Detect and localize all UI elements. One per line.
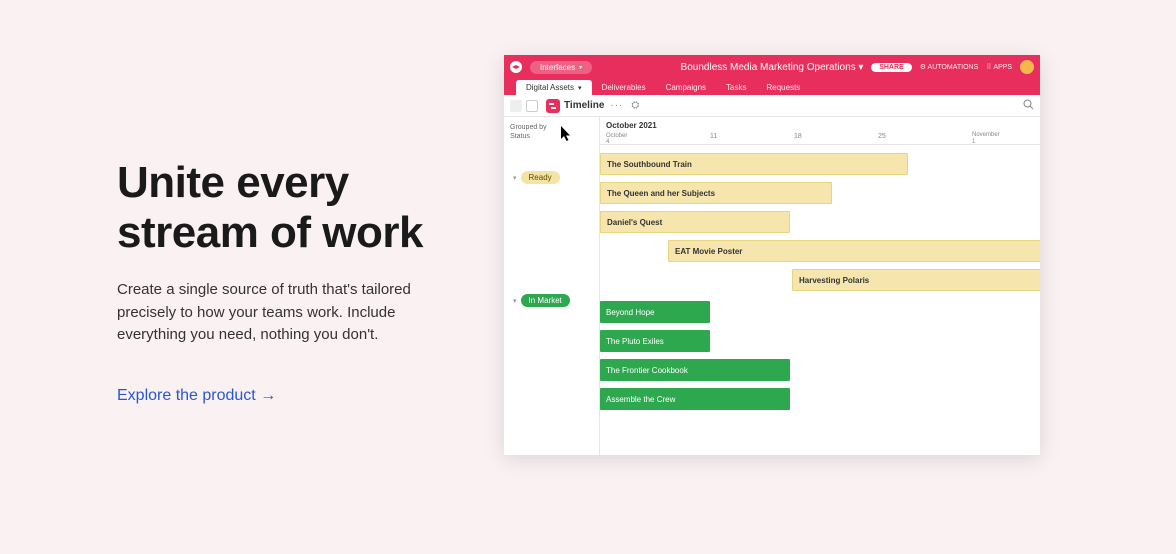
chevron-down-icon: ▾ [578, 84, 582, 92]
sidebar-toggle-icon[interactable] [526, 100, 538, 112]
bar-harvesting-polaris[interactable]: Harvesting Polaris [792, 269, 1040, 291]
side-column: Grouped by Status ▾ Ready ▾ In Market [504, 117, 600, 455]
group-ready[interactable]: ▾ Ready [510, 171, 599, 184]
share-button[interactable]: SHARE [871, 63, 912, 72]
bar-daniels-quest[interactable]: Daniel's Quest [600, 211, 790, 233]
logo-mark-icon [512, 63, 520, 71]
hero-section: Unite every stream of work Create a sing… [117, 158, 457, 405]
explore-link[interactable]: Explore the product → [117, 387, 276, 404]
bar-frontier-cookbook[interactable]: The Frontier Cookbook [600, 359, 790, 381]
main-area: Grouped by Status ▾ Ready ▾ In Market Oc… [504, 117, 1040, 455]
app-title[interactable]: Boundless Media Marketing Operations ▾ [681, 62, 864, 73]
tab-deliverables[interactable]: Deliverables [592, 80, 656, 95]
group-by-label: Grouped by Status [510, 123, 599, 141]
hero-headline: Unite every stream of work [117, 158, 457, 257]
more-options-icon[interactable]: ··· [610, 100, 623, 111]
month-sub-label: October 4 [606, 133, 627, 145]
topbar: Interfaces ▾ Boundless Media Marketing O… [504, 55, 1040, 79]
automations-link[interactable]: ⚙ AUTOMATIONS [920, 63, 979, 71]
hero-body: Create a single source of truth that's t… [117, 279, 457, 347]
bar-southbound[interactable]: The Southbound Train [600, 153, 908, 175]
collapse-caret-icon: ▾ [513, 297, 517, 305]
bar-eat-movie-poster[interactable]: EAT Movie Poster [668, 240, 1040, 262]
status-ready-pill: Ready [521, 171, 560, 184]
app-window: Interfaces ▾ Boundless Media Marketing O… [504, 55, 1040, 455]
airtable-logo-icon[interactable] [510, 61, 522, 73]
tick-nov: November 1 [972, 131, 1000, 145]
tab-tasks[interactable]: Tasks [716, 80, 756, 95]
timeline-area[interactable]: October 2021 October 4 11 18 25 November… [600, 117, 1040, 455]
bar-pluto-exiles[interactable]: The Pluto Exiles [600, 330, 710, 352]
tabs-bar: Digital Assets ▾ Deliverables Campaigns … [504, 79, 1040, 95]
tab-requests[interactable]: Requests [757, 80, 811, 95]
tab-digital-assets[interactable]: Digital Assets ▾ [516, 80, 592, 95]
search-icon[interactable] [1023, 99, 1034, 113]
apps-link[interactable]: ⠿ APPS [986, 63, 1012, 71]
timeline-header: October 2021 October 4 11 18 25 November… [600, 117, 1040, 145]
status-in-market-pill: In Market [521, 294, 570, 307]
timeline-view-icon [546, 99, 560, 113]
tick-18: 18 [794, 133, 802, 140]
viewbar: Timeline ··· ⛭ [504, 95, 1040, 117]
avatar[interactable] [1020, 60, 1034, 74]
bar-beyond-hope[interactable]: Beyond Hope [600, 301, 710, 323]
tick-25: 25 [878, 133, 886, 140]
bar-queen[interactable]: The Queen and her Subjects [600, 182, 832, 204]
interfaces-button[interactable]: Interfaces ▾ [530, 61, 592, 74]
month-label: October 2021 [606, 121, 657, 130]
chevron-down-icon: ▾ [579, 64, 582, 71]
people-icon[interactable]: ⛭ [631, 100, 639, 111]
tick-11: 11 [710, 133, 717, 140]
group-in-market[interactable]: ▾ In Market [510, 294, 599, 307]
tab-campaigns[interactable]: Campaigns [656, 80, 716, 95]
bar-assemble-crew[interactable]: Assemble the Crew [600, 388, 790, 410]
collapse-caret-icon: ▾ [513, 174, 517, 182]
menu-icon[interactable] [510, 100, 522, 112]
view-title[interactable]: Timeline [564, 100, 604, 111]
